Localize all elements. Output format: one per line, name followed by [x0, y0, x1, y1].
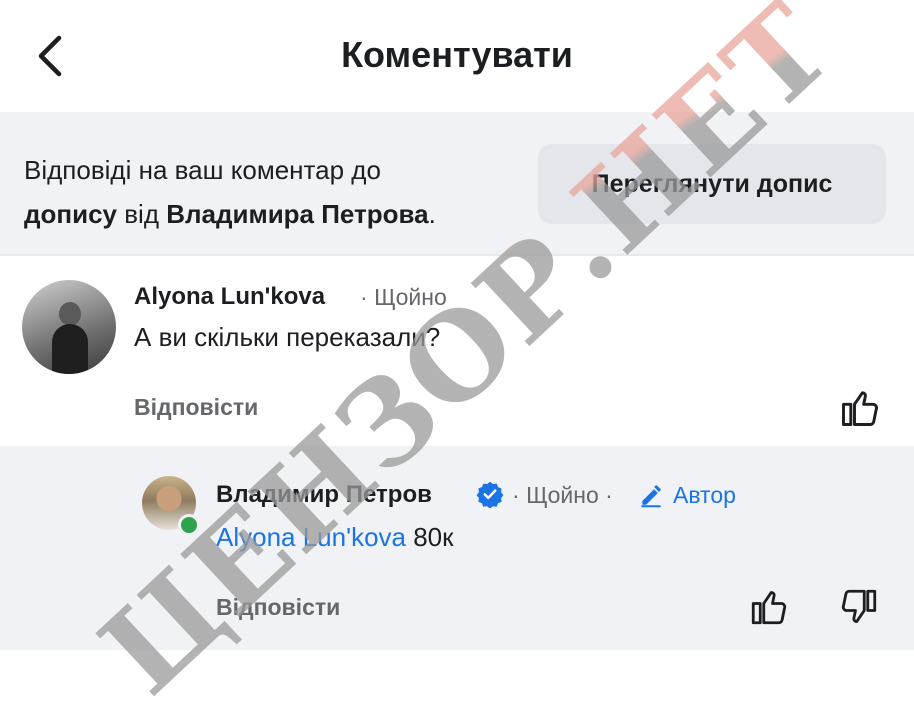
online-status-dot — [178, 514, 200, 536]
comment-timestamp: · Щойно — [360, 284, 447, 310]
notice-from-word: від — [117, 199, 167, 229]
verified-badge-icon — [476, 481, 504, 508]
top-bar: Коментувати — [0, 0, 914, 112]
notice-prefix: Відповіді на ваш коментар до — [24, 155, 381, 185]
avatar[interactable] — [22, 280, 116, 374]
comment-author-name[interactable]: Владимир Петров — [216, 481, 432, 509]
comment-text: Alyona Lun'kova 80к — [216, 522, 454, 553]
mention-link[interactable]: Alyona Lun'kova — [216, 522, 406, 552]
view-post-button[interactable]: Переглянути допис — [538, 144, 886, 224]
notice-text: Відповіді на ваш коментар до допису від … — [24, 148, 524, 236]
pencil-icon — [641, 485, 661, 508]
comment-timestamp: · Щойно · — [512, 482, 613, 508]
like-button[interactable] — [748, 586, 790, 628]
thumbs-up-icon — [842, 391, 878, 426]
reply-button[interactable]: Відповісти — [216, 594, 340, 621]
notice-post-word: допису — [24, 199, 117, 229]
comment-body: 80к — [406, 522, 454, 552]
comment-text: А ви скільки переказали? — [134, 322, 441, 352]
thumbs-down-icon — [841, 589, 877, 623]
comment-author-name[interactable]: Alyona Lun'kova — [134, 283, 325, 311]
notice-period: . — [428, 199, 436, 229]
thumbs-up-icon — [751, 591, 787, 625]
author-badge: Автор — [673, 482, 736, 508]
like-button[interactable] — [838, 386, 882, 430]
notice-author: Владимира Петрова — [166, 199, 429, 229]
page-title: Коментувати — [341, 34, 573, 75]
dislike-button[interactable] — [838, 586, 880, 628]
reply-button[interactable]: Відповісти — [134, 394, 258, 421]
